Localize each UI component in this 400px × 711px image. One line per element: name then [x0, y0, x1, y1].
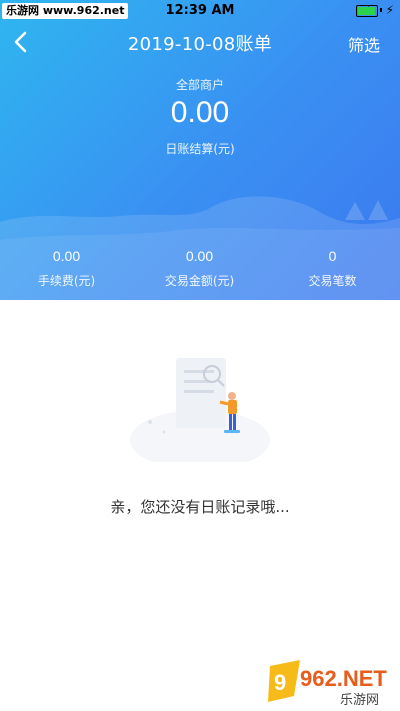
stat-fee-value: 0.00 — [52, 248, 81, 264]
stats-row: 0.00 手续费(元) 0.00 交易金额(元) 0 交易笔数 — [0, 248, 400, 298]
stat-amount-value: 0.00 — [185, 248, 214, 264]
stat-amount: 0.00 交易金额(元) — [133, 248, 266, 289]
empty-illustration — [130, 358, 270, 462]
stat-fee: 0.00 手续费(元) — [0, 248, 133, 289]
watermark-sub: 乐游网 — [340, 693, 379, 708]
page-title: 2019-10-08账单 — [127, 34, 273, 55]
merchant-selector[interactable]: 全部商户 — [0, 76, 400, 93]
status-time: 12:39 AM — [165, 3, 235, 18]
filter-button[interactable]: 筛选 — [348, 32, 380, 56]
watermark-logo: 9 962.NET 乐游网 — [268, 660, 387, 708]
svg-text:9: 9 — [274, 670, 286, 695]
battery-icon — [356, 5, 378, 17]
stat-fee-label: 手续费(元) — [37, 274, 96, 288]
status-bar: 乐游网 www.962.net 12:39 AM ⚡ — [0, 0, 400, 22]
watermark-brand: 962.NET — [300, 666, 387, 691]
settlement-amount: 0.00 — [170, 96, 230, 129]
settlement-label: 日账结算(元) — [165, 142, 235, 156]
stat-count-label: 交易笔数 — [308, 274, 357, 288]
battery-tip — [380, 8, 382, 12]
header: 乐游网 www.962.net 12:39 AM ⚡ 2019-10-08账单 … — [0, 0, 400, 300]
stat-count: 0 交易笔数 — [266, 248, 399, 289]
charging-icon: ⚡ — [385, 3, 394, 17]
nav-bar: 2019-10-08账单 筛选 — [0, 26, 400, 60]
stat-count-value: 0 — [328, 248, 337, 264]
empty-message: 亲，您还没有日账记录哦... — [110, 498, 290, 516]
stat-amount-label: 交易金额(元) — [164, 274, 235, 288]
